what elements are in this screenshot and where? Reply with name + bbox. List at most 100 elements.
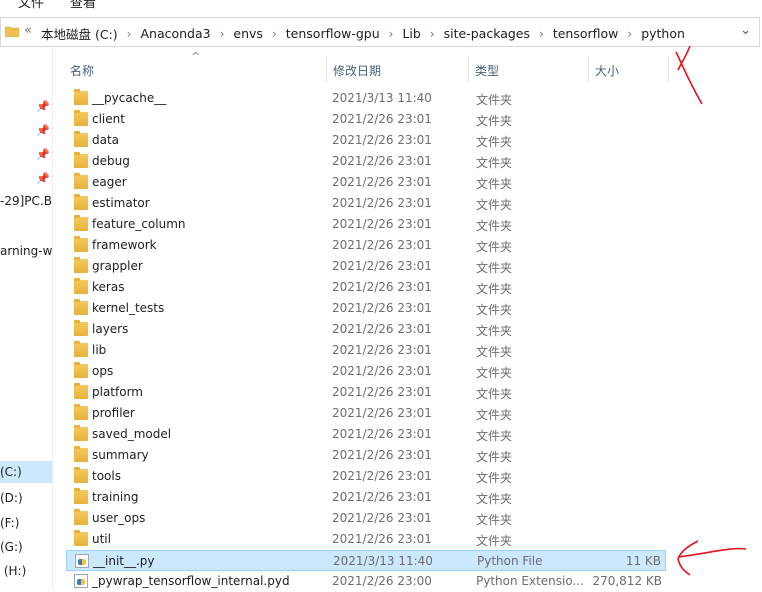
file-type: 文件夹	[476, 261, 513, 275]
nav-drive-g[interactable]: (G:)	[0, 540, 23, 554]
file-modified-date: 2021/2/26 23:01	[332, 532, 432, 546]
file-name: tools	[92, 469, 121, 483]
ribbon-tab-file[interactable]: 文件	[18, 0, 44, 11]
file-row[interactable]: keras 2021/2/26 23:01 文件夹	[66, 277, 666, 298]
file-type: 文件夹	[476, 534, 513, 548]
folder-icon	[74, 236, 88, 252]
file-row[interactable]: estimator 2021/2/26 23:01 文件夹	[66, 193, 666, 214]
nav-drive-h[interactable]: (H:)	[0, 564, 26, 578]
nav-item-quick-access-1[interactable]: -29]PC.Bu	[0, 194, 52, 208]
file-row[interactable]: client 2021/2/26 23:01 文件夹	[66, 109, 666, 130]
breadcrumb-separator-icon[interactable]: ›	[272, 27, 277, 41]
file-type: 文件夹	[476, 429, 513, 443]
pin-icon[interactable]: 📌	[36, 124, 50, 137]
file-row[interactable]: user_ops 2021/2/26 23:01 文件夹	[66, 508, 666, 529]
file-size: 270,812 KB	[592, 574, 662, 588]
file-row[interactable]: summary 2021/2/26 23:01 文件夹	[66, 445, 666, 466]
file-row[interactable]: data 2021/2/26 23:01 文件夹	[66, 130, 666, 151]
file-name: saved_model	[92, 427, 172, 441]
breadcrumb-item[interactable]: Lib	[402, 26, 420, 41]
breadcrumb-item[interactable]: python	[641, 26, 685, 41]
nav-drive-d[interactable]: (D:)	[0, 491, 23, 505]
file-name: feature_column	[92, 217, 186, 231]
file-modified-date: 2021/2/26 23:01	[332, 280, 432, 294]
chevron-down-icon[interactable]: ⌄	[740, 23, 751, 38]
file-modified-date: 2021/2/26 23:01	[332, 112, 432, 126]
folder-icon	[74, 257, 88, 273]
column-header-type[interactable]: 类型	[475, 62, 499, 79]
file-row[interactable]: lib 2021/2/26 23:01 文件夹	[66, 340, 666, 361]
address-bar[interactable]: « 本地磁盘 (C:) › Anaconda3 › envs › tensorflow-gp…	[0, 17, 760, 47]
file-row[interactable]: tools 2021/2/26 23:01 文件夹	[66, 466, 666, 487]
file-modified-date: 2021/3/13 11:40	[333, 554, 433, 568]
file-type: 文件夹	[476, 492, 513, 506]
file-row[interactable]: __pycache__ 2021/3/13 11:40 文件夹	[66, 88, 666, 109]
folder-icon	[74, 152, 88, 168]
column-divider[interactable]	[326, 56, 327, 82]
folder-icon	[5, 26, 19, 37]
file-row[interactable]: layers 2021/2/26 23:01 文件夹	[66, 319, 666, 340]
nav-item-quick-access-2[interactable]: arning-wi	[0, 244, 52, 258]
file-type: 文件夹	[476, 450, 513, 464]
pin-icon[interactable]: 📌	[36, 148, 50, 161]
folder-icon	[74, 299, 88, 315]
file-row[interactable]: platform 2021/2/26 23:01 文件夹	[66, 382, 666, 403]
column-divider[interactable]	[588, 56, 589, 82]
column-divider[interactable]	[468, 56, 469, 82]
file-modified-date: 2021/2/26 23:01	[332, 259, 432, 273]
nav-drive-f[interactable]: (F:)	[0, 516, 19, 530]
file-modified-date: 2021/2/26 23:01	[332, 406, 432, 420]
nav-drive-c[interactable]: (C:)	[0, 465, 22, 479]
file-row[interactable]: eager 2021/2/26 23:01 文件夹	[66, 172, 666, 193]
file-type: 文件夹	[476, 471, 513, 485]
file-name: user_ops	[92, 511, 146, 525]
breadcrumb: 本地磁盘 (C:) › Anaconda3 › envs › tensorflow-gpu ›…	[41, 24, 685, 43]
breadcrumb-item[interactable]: tensorflow-gpu	[286, 26, 380, 41]
breadcrumb-separator-icon[interactable]: ›	[220, 27, 225, 41]
file-modified-date: 2021/2/26 23:01	[332, 469, 432, 483]
file-modified-date: 2021/2/26 23:01	[332, 238, 432, 252]
file-row[interactable]: saved_model 2021/2/26 23:01 文件夹	[66, 424, 666, 445]
file-modified-date: 2021/2/26 23:01	[332, 217, 432, 231]
file-row[interactable]: util 2021/2/26 23:01 文件夹	[66, 529, 666, 550]
file-row[interactable]: _pywrap_tensorflow_internal.pyd 2021/2/26…	[66, 571, 666, 592]
pin-icon[interactable]: 📌	[36, 100, 50, 113]
file-type: 文件夹	[476, 324, 513, 338]
file-row[interactable]: ops 2021/2/26 23:01 文件夹	[66, 361, 666, 382]
folder-icon	[74, 194, 88, 210]
breadcrumb-separator-icon[interactable]: ›	[430, 27, 435, 41]
file-row[interactable]: kernel_tests 2021/2/26 23:01 文件夹	[66, 298, 666, 319]
folder-icon	[74, 509, 88, 525]
breadcrumb-separator-icon[interactable]: ›	[127, 27, 132, 41]
folder-icon	[74, 341, 88, 357]
file-type: Python File	[477, 554, 543, 568]
file-modified-date: 2021/2/26 23:00	[332, 574, 432, 588]
ribbon-tab-view[interactable]: 查看	[70, 0, 96, 11]
breadcrumb-item[interactable]: envs	[233, 26, 263, 41]
python-file-icon	[75, 554, 89, 568]
column-header-modified[interactable]: 修改日期	[333, 62, 381, 79]
file-row[interactable]: framework 2021/2/26 23:01 文件夹	[66, 235, 666, 256]
file-type: 文件夹	[476, 513, 513, 527]
file-row[interactable]: debug 2021/2/26 23:01 文件夹	[66, 151, 666, 172]
column-divider[interactable]	[668, 56, 669, 82]
breadcrumb-separator-icon[interactable]: ›	[539, 27, 544, 41]
chevron-left-icon[interactable]: «	[24, 23, 32, 38]
file-row[interactable]: __init__.py 2021/3/13 11:40 Python File 11 …	[66, 550, 666, 571]
pin-icon[interactable]: 📌	[36, 172, 50, 185]
file-type: 文件夹	[476, 219, 513, 233]
breadcrumb-item[interactable]: Anaconda3	[140, 26, 210, 41]
column-header-size[interactable]: 大小	[595, 62, 619, 79]
breadcrumb-separator-icon[interactable]: ›	[627, 27, 632, 41]
breadcrumb-item[interactable]: site-packages	[444, 26, 530, 41]
breadcrumb-separator-icon[interactable]: ›	[389, 27, 394, 41]
file-type: 文件夹	[476, 345, 513, 359]
file-row[interactable]: grappler 2021/2/26 23:01 文件夹	[66, 256, 666, 277]
file-row[interactable]: training 2021/2/26 23:01 文件夹	[66, 487, 666, 508]
file-row[interactable]: profiler 2021/2/26 23:01 文件夹	[66, 403, 666, 424]
file-type: 文件夹	[476, 282, 513, 296]
file-row[interactable]: feature_column 2021/2/26 23:01 文件夹	[66, 214, 666, 235]
breadcrumb-item[interactable]: 本地磁盘 (C:)	[41, 24, 118, 43]
breadcrumb-item[interactable]: tensorflow	[553, 26, 619, 41]
column-header-name[interactable]: 名称	[70, 62, 94, 79]
